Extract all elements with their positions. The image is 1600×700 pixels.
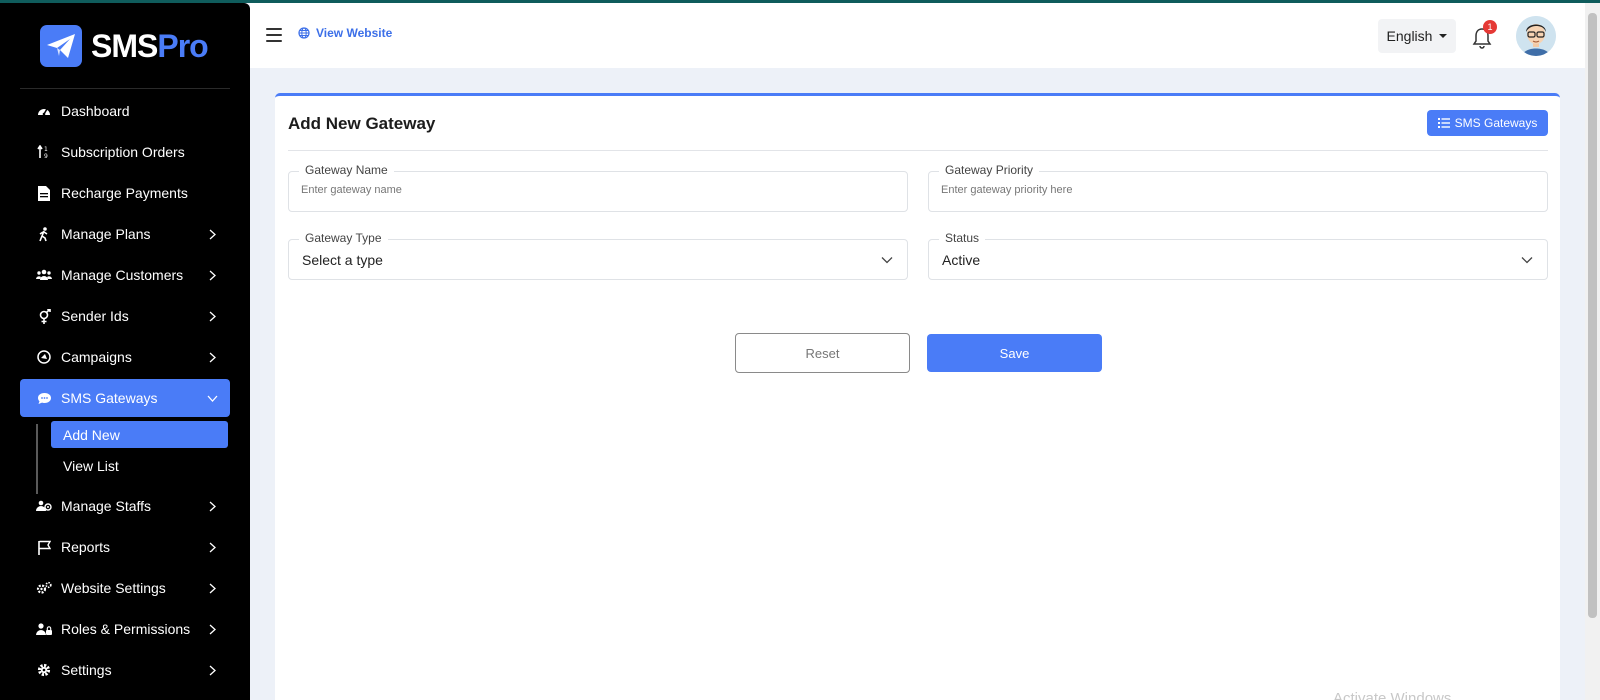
- user-avatar[interactable]: [1516, 16, 1556, 56]
- save-button[interactable]: Save: [927, 334, 1102, 372]
- campaign-icon: [36, 349, 52, 365]
- gateway-priority-input[interactable]: [941, 184, 1531, 196]
- card-divider: [288, 150, 1548, 151]
- sidebar-item-settings[interactable]: Settings: [20, 651, 230, 689]
- page-title: Add New Gateway: [288, 114, 436, 133]
- paper-plane-icon: [40, 25, 82, 67]
- users-icon: [36, 267, 52, 283]
- status-select[interactable]: Status Active: [928, 231, 1548, 280]
- sidebar-item-subscription-orders[interactable]: 19 Subscription Orders: [20, 133, 230, 171]
- flag-icon: [36, 539, 52, 555]
- gateway-type-value: Select a type: [302, 252, 383, 268]
- chevron-right-icon: [206, 623, 218, 635]
- sidebar: SMSPro Dashboard 19 Subscription Orders …: [0, 3, 250, 700]
- sidebar-item-manage-customers[interactable]: Manage Customers: [20, 256, 230, 294]
- gears-icon: [36, 580, 52, 596]
- chevron-down-icon: [1521, 257, 1533, 264]
- sidebar-item-manage-staffs[interactable]: Manage Staffs: [20, 487, 230, 525]
- key-icon: [36, 308, 52, 324]
- chevron-right-icon: [206, 500, 218, 512]
- sidebar-item-manage-plans[interactable]: Manage Plans: [20, 215, 230, 253]
- chat-bubble-icon: [36, 390, 52, 406]
- chevron-down-icon: [881, 257, 893, 264]
- logo-divider: [20, 88, 230, 89]
- sidebar-item-sms-gateways[interactable]: SMS Gateways: [20, 379, 230, 417]
- sidebar-item-campaigns[interactable]: Campaigns: [20, 338, 230, 376]
- chevron-right-icon: [206, 351, 218, 363]
- chevron-right-icon: [206, 582, 218, 594]
- list-icon: [1437, 118, 1450, 128]
- sidebar-item-recharge-payments[interactable]: Recharge Payments: [20, 174, 230, 212]
- chevron-right-icon: [206, 269, 218, 281]
- sidebar-item-website-settings[interactable]: Website Settings: [20, 569, 230, 607]
- gateway-priority-field: Gateway Priority: [928, 163, 1548, 212]
- page-scrollbar[interactable]: [1585, 3, 1600, 700]
- gauge-icon: [36, 103, 52, 119]
- view-website-link[interactable]: View Website: [298, 26, 392, 40]
- svg-text:9: 9: [44, 153, 48, 159]
- globe-icon: [298, 27, 310, 39]
- gateway-type-select[interactable]: Gateway Type Select a type: [288, 231, 908, 280]
- chevron-right-icon: [206, 541, 218, 553]
- chevron-right-icon: [206, 664, 218, 676]
- walking-person-icon: [36, 226, 52, 242]
- gear-icon: [36, 662, 52, 678]
- top-accent-line: [0, 0, 1600, 3]
- sidebar-item-dashboard[interactable]: Dashboard: [20, 92, 230, 130]
- top-header: View Website English 1: [250, 3, 1585, 68]
- reset-button[interactable]: Reset: [735, 333, 910, 373]
- sidebar-item-reports[interactable]: Reports: [20, 528, 230, 566]
- submenu-line: [36, 424, 38, 494]
- sort-arrows-icon: 19: [36, 144, 52, 160]
- notification-badge: 1: [1483, 20, 1497, 34]
- activate-windows-watermark: Activate Windows: [1333, 690, 1452, 700]
- chevron-right-icon: [206, 228, 218, 240]
- gateway-name-input[interactable]: [301, 184, 891, 196]
- add-gateway-card: Add New Gateway SMS Gateways Gateway Nam…: [275, 93, 1560, 700]
- chevron-down-icon: [206, 392, 218, 404]
- chevron-right-icon: [206, 310, 218, 322]
- language-dropdown[interactable]: English: [1378, 19, 1456, 53]
- gateway-name-field: Gateway Name: [288, 163, 908, 212]
- user-lock-icon: [36, 621, 52, 637]
- brand-logo[interactable]: SMSPro: [40, 25, 209, 67]
- svg-text:1: 1: [44, 146, 48, 153]
- sidebar-item-sender-ids[interactable]: Sender Ids: [20, 297, 230, 335]
- invoice-icon: [36, 185, 52, 201]
- sms-gateways-list-button[interactable]: SMS Gateways: [1427, 110, 1548, 136]
- scrollbar-thumb[interactable]: [1588, 13, 1597, 618]
- brand-name: SMSPro: [91, 27, 209, 64]
- staff-icon: [36, 498, 52, 514]
- caret-down-icon: [1439, 34, 1448, 38]
- submenu-item-view-list[interactable]: View List: [51, 452, 228, 479]
- sidebar-item-roles-permissions[interactable]: Roles & Permissions: [20, 610, 230, 648]
- status-value: Active: [942, 252, 981, 268]
- hamburger-menu-icon[interactable]: [266, 28, 282, 42]
- submenu-item-add-new[interactable]: Add New: [51, 421, 228, 448]
